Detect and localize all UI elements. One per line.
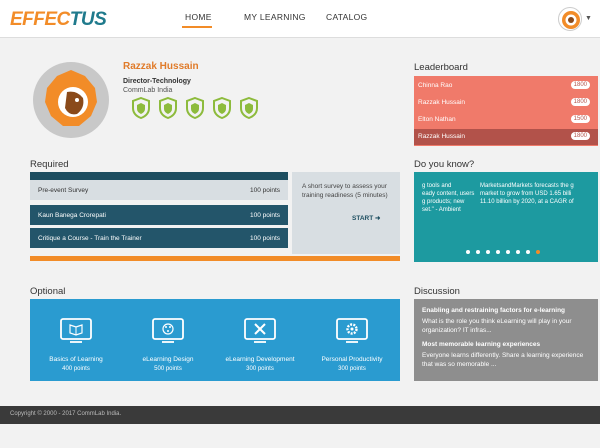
profile-avatar <box>33 62 109 138</box>
active-nav-indicator <box>182 26 212 28</box>
carousel-dot[interactable] <box>536 250 540 254</box>
required-title: Required <box>30 159 69 170</box>
lion-logo-icon <box>562 11 580 29</box>
profile-org: CommLab India <box>123 87 173 94</box>
leaderboard-panel: Chinna Rao 1800 Razzak Hussain 1800 Elto… <box>414 76 598 146</box>
required-item[interactable]: Kaun Banega Crorepati 100 points <box>30 205 288 225</box>
leaderboard-row[interactable]: Elton Nathan 1500 <box>414 112 598 128</box>
score-badge: 1800 <box>570 132 590 140</box>
required-item[interactable]: Critique a Course - Train the Trainer 10… <box>30 228 288 248</box>
shield-badge-icon[interactable] <box>212 96 232 120</box>
optional-course-elearning-design[interactable]: eLearning Design 500 points <box>122 299 214 381</box>
leaderboard-title: Leaderboard <box>414 62 468 73</box>
required-detail-panel: A short survey to assess your training r… <box>292 172 400 254</box>
discussion-panel: Enabling and restraining factors for e-l… <box>414 299 598 381</box>
carousel-dot[interactable] <box>476 250 480 254</box>
design-icon <box>152 318 184 343</box>
discussion-heading[interactable]: Most memorable learning experiences <box>422 341 540 348</box>
fact-text-left: g tools and eady content, users g produc… <box>422 183 475 213</box>
effectus-logo[interactable]: EFFECTUS <box>10 9 107 31</box>
footer: Copyright © 2000 - 2017 CommLab India. <box>0 406 600 424</box>
shield-badge-icon[interactable] <box>185 96 205 120</box>
score-badge: 1500 <box>570 115 590 123</box>
discussion-excerpt: What is the role you think eLearning wil… <box>422 318 572 334</box>
book-icon <box>60 318 92 343</box>
fact-text-right: MarketsandMarkets forecasts the g market… <box>480 183 574 205</box>
profile-role: Director-Technology <box>123 78 191 85</box>
profile-name: Razzak Hussain <box>123 61 199 72</box>
user-avatar[interactable] <box>558 7 582 31</box>
discussion-heading[interactable]: Enabling and restraining factors for e-l… <box>422 307 565 314</box>
top-header: EFFECTUS HOME MY LEARNING CATALOG ▼ <box>0 0 600 38</box>
carousel-dot[interactable] <box>516 250 520 254</box>
optional-panel: Basics of Learning 400 points eLearning … <box>30 299 400 381</box>
required-header-bar <box>30 172 288 180</box>
carousel-dot[interactable] <box>466 250 470 254</box>
tools-icon <box>244 318 276 343</box>
nav-catalog[interactable]: CATALOG <box>326 12 367 22</box>
required-panel: Pre-event Survey 100 points Kaun Banega … <box>30 172 400 262</box>
required-footer-bar <box>30 256 400 261</box>
shield-badge-icon[interactable] <box>131 96 151 120</box>
discussion-title: Discussion <box>414 286 460 297</box>
copyright-text: Copyright © 2000 - 2017 CommLab India. <box>10 411 122 417</box>
optional-course-personal-productivity[interactable]: Personal Productivity 300 points <box>306 299 398 381</box>
discussion-excerpt: Everyone learns differently. Share a lea… <box>422 352 584 368</box>
carousel-dot[interactable] <box>526 250 530 254</box>
optional-course-basics-of-learning[interactable]: Basics of Learning 400 points <box>30 299 122 381</box>
score-badge: 1800 <box>570 81 590 89</box>
required-description: A short survey to assess your training r… <box>302 183 388 199</box>
carousel-dot[interactable] <box>486 250 490 254</box>
chevron-down-icon[interactable]: ▼ <box>585 15 592 22</box>
score-badge: 1800 <box>570 98 590 106</box>
shield-badge-icon[interactable] <box>158 96 178 120</box>
required-item[interactable]: Pre-event Survey 100 points <box>30 180 288 200</box>
shield-badge-icon[interactable] <box>239 96 259 120</box>
carousel-dot[interactable] <box>496 250 500 254</box>
nav-my-learning[interactable]: MY LEARNING <box>244 12 306 22</box>
start-button[interactable]: START ➜ <box>352 214 380 222</box>
leaderboard-row-current-user[interactable]: Razzak Hussain 1800 <box>414 129 598 145</box>
nav-home[interactable]: HOME <box>185 12 212 22</box>
gear-icon <box>336 318 368 343</box>
optional-course-elearning-development[interactable]: eLearning Development 300 points <box>214 299 306 381</box>
leaderboard-row[interactable]: Razzak Hussain 1800 <box>414 95 598 111</box>
arrow-right-icon: ➜ <box>375 215 381 222</box>
did-you-know-title: Do you know? <box>414 159 475 170</box>
lion-logo-icon <box>37 66 105 134</box>
optional-title: Optional <box>30 286 66 297</box>
carousel-dot[interactable] <box>506 250 510 254</box>
leaderboard-row[interactable]: Chinna Rao 1800 <box>414 78 598 94</box>
did-you-know-carousel[interactable]: g tools and eady content, users g produc… <box>414 172 598 262</box>
